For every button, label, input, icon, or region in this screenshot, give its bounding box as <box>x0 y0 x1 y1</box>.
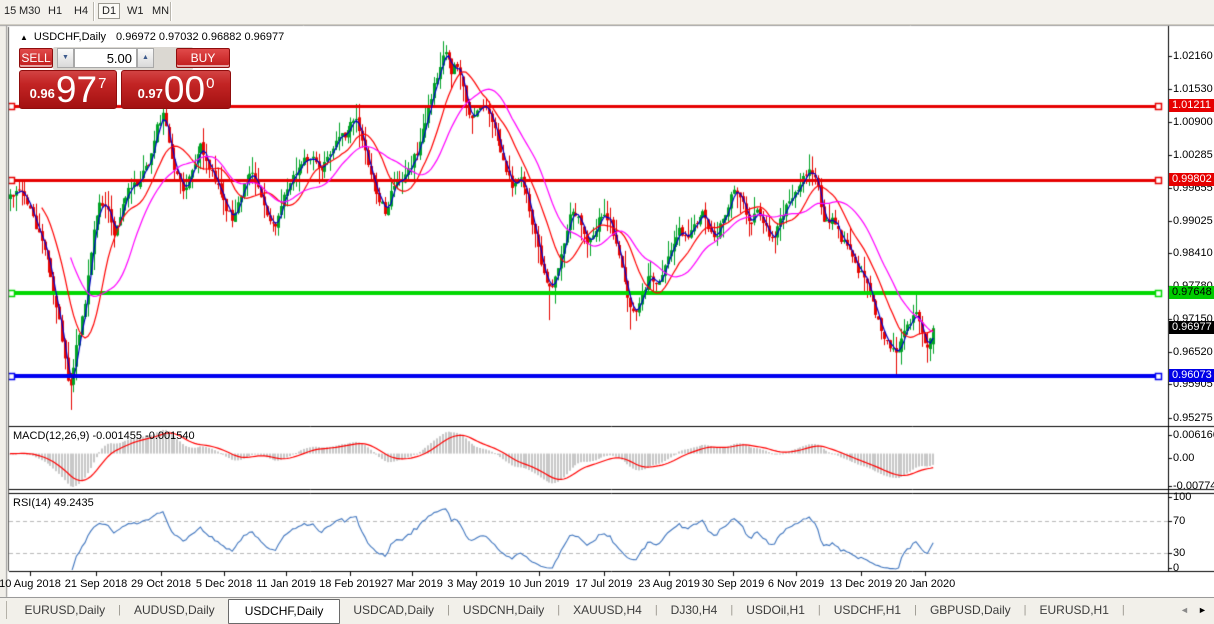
rsi-axis-label: 0 <box>1173 562 1179 574</box>
chart-tab-usdoil-h1[interactable]: USDOil,H1 <box>733 598 818 623</box>
price-level-tag: 0.96073 <box>1169 369 1214 382</box>
chart-ohlc-values: 0.96972 0.97032 0.96882 0.96977 <box>116 31 284 43</box>
sell-price-prefix: 0.96 <box>30 86 55 101</box>
price-level-tag: 0.96977 <box>1169 321 1214 334</box>
rsi-axis-label: 100 <box>1173 491 1191 503</box>
chart-tab-dj30-h4[interactable]: DJ30,H4 <box>658 598 731 623</box>
price-tick-label: 0.95275 <box>1173 412 1213 424</box>
volume-input[interactable] <box>74 48 137 68</box>
chart-tab-usdcnh-daily[interactable]: USDCNH,Daily <box>450 598 557 623</box>
chart-tab-bar: EURUSD,Daily|AUDUSD,DailyUSDCHF,DailyUSD… <box>0 597 1214 624</box>
one-click-trading-panel: SELL ▼ ▲ BUY 0.96 97 7 0.97 00 0 <box>18 46 231 110</box>
timeframe-button-mn[interactable]: MN <box>149 4 172 18</box>
buy-button[interactable]: BUY <box>176 48 230 68</box>
timeframe-button-d1[interactable]: D1 <box>98 3 120 19</box>
sell-price-big: 97 <box>56 73 97 106</box>
timeframe-toolbar: 15M30H1H4D1W1MN <box>0 0 1214 25</box>
chart-symbol-label: USDCHF,Daily <box>34 31 106 43</box>
chart-tab-usdchf-daily[interactable]: USDCHF,Daily <box>228 599 341 624</box>
sell-price-pip: 7 <box>98 75 106 92</box>
buy-price-button[interactable]: 0.97 00 0 <box>121 70 231 109</box>
date-tick-label: 20 Jan 2020 <box>885 578 965 590</box>
price-tick-label: 1.01530 <box>1173 83 1213 95</box>
price-tick-label: 0.98410 <box>1173 247 1213 259</box>
timeframe-button-h1[interactable]: H1 <box>45 4 65 18</box>
price-tick-label: 0.99025 <box>1173 215 1213 227</box>
macd-axis-label: 0.006166 <box>1173 429 1214 441</box>
macd-indicator-label: MACD(12,26,9) -0.001455 -0.001540 <box>13 430 195 442</box>
toolbar-separator <box>93 2 95 21</box>
rsi-axis-label: 70 <box>1173 515 1185 527</box>
chart-tab-xauusd-h4[interactable]: XAUUSD,H4 <box>560 598 655 623</box>
toolbar-separator <box>170 2 172 21</box>
tab-scroll-right-icon[interactable]: ► <box>1198 605 1207 615</box>
price-tick-label: 1.02160 <box>1173 50 1213 62</box>
chart-tab-gbpusd-daily[interactable]: GBPUSD,Daily <box>917 598 1024 623</box>
timeframe-button-w1[interactable]: W1 <box>124 4 147 18</box>
chart-tab-eurusd-h1[interactable]: EURUSD,H1 <box>1027 598 1122 623</box>
tab-scroll-left-icon[interactable]: ◄ <box>1180 605 1189 615</box>
tab-stub <box>0 601 7 619</box>
price-tick-label: 1.00900 <box>1173 116 1213 128</box>
chart-tab-audusd-daily[interactable]: AUDUSD,Daily <box>121 598 228 623</box>
chart-tab-eurusd-daily[interactable]: EURUSD,Daily <box>11 598 118 623</box>
timeframe-button-h4[interactable]: H4 <box>71 4 91 18</box>
rsi-indicator-label: RSI(14) 49.2435 <box>13 497 94 509</box>
buy-price-pip: 0 <box>206 75 214 92</box>
sell-button[interactable]: SELL <box>19 48 53 68</box>
tab-divider: | <box>1122 598 1125 622</box>
price-tick-label: 1.00285 <box>1173 149 1213 161</box>
buy-price-prefix: 0.97 <box>138 86 163 101</box>
buy-price-big: 00 <box>164 73 205 106</box>
terminal-window: 15M30H1H4D1W1MN ▲USDCHF,Daily0.96972 0.9… <box>0 0 1214 624</box>
chart-title: ▲ USDCHF,Daily 0.96972 0.97032 0.96882 0.9… <box>20 31 284 43</box>
volume-increase-button[interactable]: ▲ <box>137 48 154 68</box>
tabs-holder: EURUSD,Daily|AUDUSD,DailyUSDCHF,DailyUSD… <box>0 606 1125 624</box>
chart-tab-usdcad-daily[interactable]: USDCAD,Daily <box>340 598 447 623</box>
chart-tab-usdchf-h1[interactable]: USDCHF,H1 <box>821 598 914 623</box>
rsi-axis-label: 30 <box>1173 547 1185 559</box>
price-level-tag: 0.99802 <box>1169 173 1214 186</box>
price-tick-label: 0.96520 <box>1173 346 1213 358</box>
price-level-tag: 0.97648 <box>1169 286 1214 299</box>
volume-decrease-button[interactable]: ▼ <box>57 48 74 68</box>
timeframe-button-m30[interactable]: M30 <box>16 4 43 18</box>
sell-price-button[interactable]: 0.96 97 7 <box>19 70 117 109</box>
collapse-triangle-icon[interactable]: ▲ <box>20 33 28 42</box>
macd-axis-label: 0.00 <box>1173 452 1194 464</box>
price-level-tag: 1.01211 <box>1169 99 1214 112</box>
